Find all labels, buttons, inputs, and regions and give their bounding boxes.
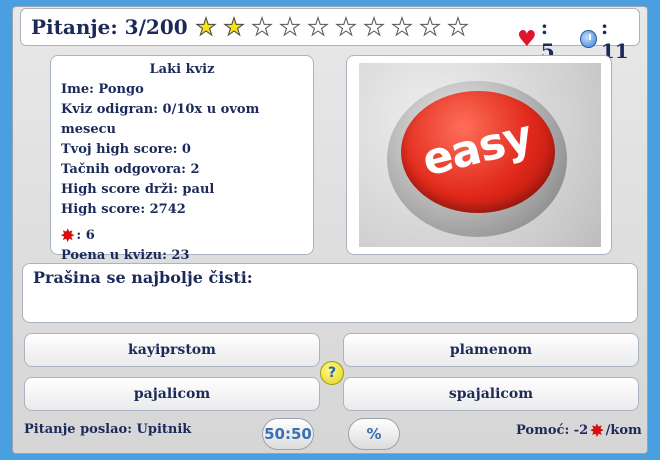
- star-empty-icon: ★: [447, 13, 470, 42]
- fire-joker-icon: ✸: [590, 421, 604, 440]
- question-counter: Pitanje: 3/200: [31, 15, 188, 39]
- answer-button-4[interactable]: spajalicom: [343, 377, 639, 411]
- answer-button-2[interactable]: plamenom: [343, 333, 639, 367]
- your-high-score: Tvoj high score: 0: [61, 142, 191, 157]
- clock-icon: [580, 30, 597, 48]
- help-cost-prefix: Pomoć: -2: [516, 423, 589, 438]
- star-empty-icon: ★: [279, 13, 302, 42]
- high-score: High score: 2742: [61, 202, 186, 217]
- correct-answers: Tačnih odgovora: 2: [61, 162, 200, 177]
- sent-by-label: Pitanje poslao: Upitnik: [24, 422, 192, 437]
- quiz-title: Laki kviz: [149, 62, 215, 77]
- answer-button-3[interactable]: pajalicom: [24, 377, 320, 411]
- help-cost: Pomoć: -2 ✸ /kom: [516, 421, 642, 440]
- star-filled-icon: ★: [223, 13, 246, 42]
- question-help-icon[interactable]: ?: [320, 361, 344, 385]
- star-filled-icon: ★: [195, 13, 218, 42]
- fifty-fifty-button[interactable]: 50:50: [262, 418, 314, 450]
- question-text: Prašina se najbolje čisti:: [33, 268, 253, 287]
- star-empty-icon: ★: [363, 13, 386, 42]
- star-empty-icon: ★: [251, 13, 274, 42]
- star-empty-icon: ★: [419, 13, 442, 42]
- fire-joker-icon: ✸: [61, 226, 75, 245]
- fire-count: : 6: [76, 228, 95, 243]
- answer-button-1[interactable]: kayiprstom: [24, 333, 320, 367]
- star-rating: ★ ★ ★ ★ ★ ★ ★ ★ ★ ★: [193, 13, 471, 42]
- player-name: Ime: Pongo: [61, 82, 144, 97]
- question-image-frame: easy: [346, 55, 612, 255]
- star-empty-icon: ★: [335, 13, 358, 42]
- high-score-holder: High score drži: paul: [61, 182, 215, 197]
- quiz-played: Kviz odigran: 0/10x u ovom mesecu: [61, 102, 260, 137]
- easy-button-image: easy: [359, 63, 601, 247]
- fire-count-row: ✸ : 6: [61, 226, 303, 246]
- help-cost-suffix: /kom: [605, 423, 642, 438]
- question-box: Prašina se najbolje čisti:: [22, 263, 638, 323]
- top-bar: Pitanje: 3/200 ★ ★ ★ ★ ★ ★ ★ ★ ★ ★ ♥ : 5 : 11: [20, 8, 640, 63]
- percent-button[interactable]: %: [348, 418, 400, 450]
- quiz-info-panel: Laki kviz Ime: Pongo Kviz odigran: 0/10x…: [50, 55, 314, 263]
- star-empty-icon: ★: [391, 13, 414, 42]
- star-empty-icon: ★: [307, 13, 330, 42]
- heart-icon: ♥: [517, 26, 537, 52]
